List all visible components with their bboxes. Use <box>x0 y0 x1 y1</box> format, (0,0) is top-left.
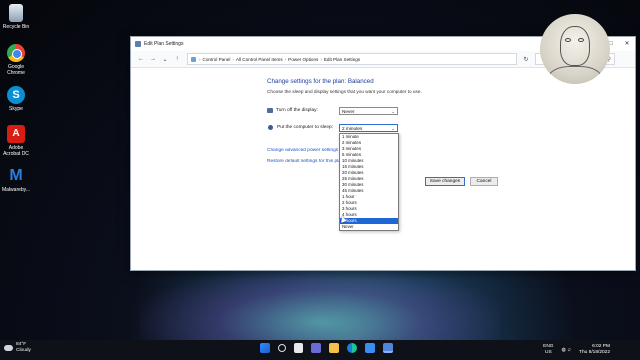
presenter-eye <box>578 38 584 42</box>
forward-arrow-icon[interactable]: → <box>147 56 159 62</box>
taskbar-apps <box>260 343 401 353</box>
breadcrumb-control-panel[interactable]: Control Panel <box>203 57 231 62</box>
breadcrumb-all-items[interactable]: All Control Panel Items <box>236 57 283 62</box>
network-volume-icons[interactable]: ◍ ♫ <box>562 347 572 353</box>
chrome-icon <box>7 44 25 62</box>
restore-defaults-link[interactable]: Restore default settings for this plan <box>267 159 339 164</box>
file-explorer-icon[interactable] <box>329 343 339 353</box>
desktop-icon-chrome[interactable]: Google Chrome <box>2 44 30 76</box>
cancel-button[interactable]: Cancel <box>470 177 498 186</box>
webcam-overlay <box>540 14 610 84</box>
control-panel-icon <box>135 41 141 47</box>
sleep-label: Put the computer to sleep: <box>277 125 333 130</box>
weather-text: Cloudy <box>16 348 31 353</box>
chat-icon[interactable] <box>311 343 321 353</box>
language-indicator[interactable]: ENG US <box>543 344 553 355</box>
recycle-bin-icon <box>9 4 23 22</box>
chevron-down-icon: ⌄ <box>391 126 395 131</box>
clock[interactable]: 6:02 PM Thu 8/18/2022 <box>579 344 610 355</box>
advanced-settings-link[interactable]: Change advanced power settings <box>267 148 339 153</box>
desktop-icon-label: Google Chrome <box>7 64 25 76</box>
presenter-eye <box>565 38 571 42</box>
desktop-icon-label: Recycle Bin <box>2 24 30 30</box>
refresh-icon[interactable]: ↻ <box>521 56 531 63</box>
sleep-moon-icon <box>268 125 273 130</box>
save-changes-button[interactable]: Save changes <box>425 177 465 186</box>
recent-chevron-icon[interactable]: ⌄ <box>159 56 171 63</box>
display-label: Turn off the display: <box>276 108 318 113</box>
desktop-icon-skype[interactable]: S Skype <box>2 86 30 112</box>
sleep-timeout-dropdown-list: 1 minute 2 minutes 3 minutes 5 minutes 1… <box>339 133 399 231</box>
control-panel-taskbar-icon[interactable] <box>383 343 393 353</box>
sleep-setting-row: Put the computer to sleep: <box>268 125 333 130</box>
clock-date: Thu 8/18/2022 <box>579 349 610 355</box>
chevron-down-icon: ⌄ <box>391 109 395 114</box>
weather-widget[interactable]: 84°F Cloudy <box>4 342 31 354</box>
task-view-icon[interactable] <box>294 343 303 353</box>
desktop-icon-malwarebytes[interactable]: M Malwareby... <box>2 167 30 193</box>
region-code: US <box>544 349 552 355</box>
page-subtitle: Choose the sleep and display settings th… <box>267 89 422 94</box>
page-title: Change settings for the plan: Balanced <box>267 78 374 85</box>
window-title: Edit Plan Settings <box>144 41 184 47</box>
monitor-icon <box>267 108 273 113</box>
display-timeout-select[interactable]: Never ⌄ <box>339 107 398 115</box>
address-bar[interactable]: › Control Panel › All Control Panel Item… <box>187 53 517 65</box>
close-button[interactable]: ✕ <box>619 37 635 51</box>
display-setting-row: Turn off the display: <box>267 108 318 113</box>
control-panel-icon <box>191 56 196 62</box>
sleep-timeout-select[interactable]: 2 minutes ⌄ <box>339 124 398 132</box>
store-icon[interactable] <box>365 343 375 353</box>
presenter-face <box>560 26 590 66</box>
edge-icon[interactable] <box>347 343 357 353</box>
desktop-icon-label: Skype <box>9 106 23 112</box>
skype-icon: S <box>7 86 25 104</box>
presenter-body <box>548 66 602 84</box>
taskbar-search-icon[interactable] <box>278 344 286 352</box>
start-windows-icon[interactable] <box>260 343 270 353</box>
language-code: ENG <box>543 344 554 349</box>
desktop-icon-acrobat[interactable]: A Adobe Acrobat DC <box>2 125 30 157</box>
desktop-icon-recycle-bin[interactable]: Recycle Bin <box>2 4 30 30</box>
cloud-icon <box>4 345 13 351</box>
display-timeout-value: Never <box>342 109 355 114</box>
dropdown-option[interactable]: Never <box>340 224 398 230</box>
sleep-timeout-value: 2 minutes <box>342 126 363 131</box>
malwarebytes-icon: M <box>9 167 23 184</box>
acrobat-icon: A <box>7 125 25 143</box>
up-arrow-icon[interactable]: ↑ <box>171 56 183 62</box>
desktop-icon-label: Adobe Acrobat DC <box>3 145 29 157</box>
system-tray: ENG US ◍ ♫ 6:02 PM Thu 8/18/2022 <box>543 344 610 355</box>
breadcrumb-power-options[interactable]: Power Options <box>288 57 318 62</box>
breadcrumb-edit-plan[interactable]: Edit Plan Settings <box>324 57 360 62</box>
back-arrow-icon[interactable]: ← <box>135 56 147 62</box>
desktop-icon-label: Malwareby... <box>2 187 30 193</box>
